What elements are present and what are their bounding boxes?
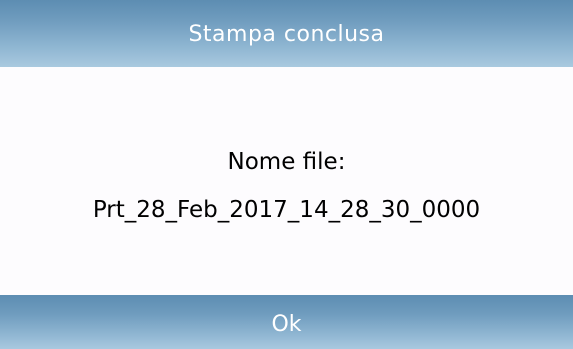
dialog-title: Stampa conclusa <box>188 22 385 47</box>
ok-button[interactable]: Ok <box>0 295 573 349</box>
print-complete-dialog: Stampa conclusa Nome file: Prt_28_Feb_20… <box>0 0 573 349</box>
ok-button-label: Ok <box>271 311 302 337</box>
dialog-header: Stampa conclusa <box>0 0 573 67</box>
file-name-value: Prt_28_Feb_2017_14_28_30_0000 <box>92 197 481 223</box>
dialog-body: Nome file: Prt_28_Feb_2017_14_28_30_0000 <box>0 67 573 295</box>
file-name-label: Nome file: <box>227 149 346 175</box>
